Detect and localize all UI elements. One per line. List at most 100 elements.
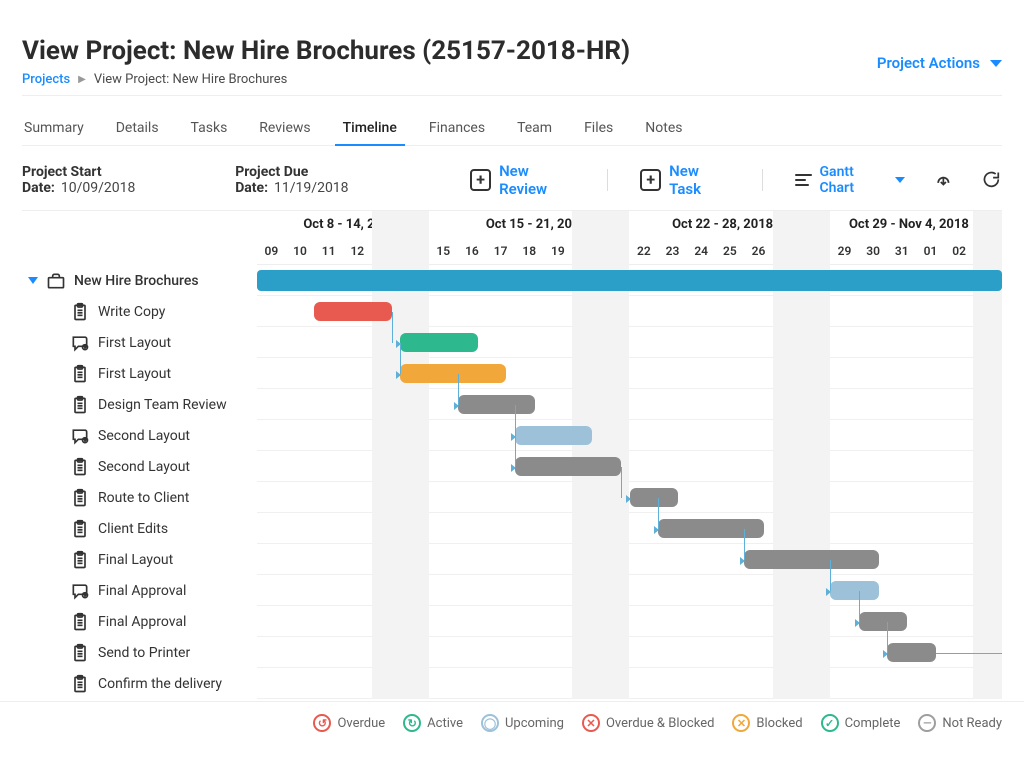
dependency-line: [744, 529, 745, 560]
tree-item[interactable]: Second Layout: [22, 451, 257, 482]
tab-finances[interactable]: Finances: [427, 116, 487, 145]
gantt-project-bar[interactable]: [257, 270, 1002, 291]
dependency-arrow: [396, 371, 401, 379]
clipboard-icon: [70, 301, 90, 323]
download-button[interactable]: [933, 169, 954, 191]
breadcrumb: Projects ▶ View Project: New Hire Brochu…: [22, 72, 630, 87]
project-actions-button[interactable]: Project Actions: [877, 36, 1002, 72]
day-header: 30: [859, 244, 888, 258]
tree-item-label: Final Approval: [98, 614, 186, 630]
dependency-arrow: [626, 495, 631, 503]
legend-icon: ✓: [821, 714, 839, 732]
legend-item: ◯Upcoming: [481, 714, 564, 732]
day-header: 15: [429, 244, 458, 258]
tree-item-label: Write Copy: [98, 304, 165, 320]
gantt-bar[interactable]: [887, 643, 936, 662]
day-header: 24: [687, 244, 716, 258]
clipboard-icon: [70, 487, 90, 509]
tree-item-label: Second Layout: [98, 459, 190, 475]
tree-item[interactable]: Route to Client: [22, 482, 257, 513]
tree-item-label: Confirm the delivery: [98, 676, 222, 692]
clipboard-icon: [70, 363, 90, 385]
dependency-line: [936, 653, 1002, 654]
gantt-chart-dropdown[interactable]: Gantt Chart: [795, 164, 905, 196]
day-header: 10: [286, 244, 315, 258]
gantt-row: [257, 544, 1002, 575]
refresh-button[interactable]: [981, 169, 1002, 191]
tree-item[interactable]: Final Layout: [22, 544, 257, 575]
tree-item-label: Route to Client: [98, 490, 189, 506]
legend-item: —Not Ready: [918, 714, 1002, 732]
tab-tasks[interactable]: Tasks: [189, 116, 230, 145]
dependency-line: [400, 343, 401, 374]
tab-reviews[interactable]: Reviews: [257, 116, 312, 145]
new-task-button[interactable]: + New Task: [640, 162, 730, 198]
tree-item[interactable]: Design Team Review: [22, 389, 257, 420]
tab-files[interactable]: Files: [582, 116, 615, 145]
gantt-bar[interactable]: [859, 612, 908, 631]
gantt-bar[interactable]: [400, 364, 506, 383]
day-header: 29: [830, 244, 859, 258]
gantt-row: [257, 420, 1002, 451]
tree-root[interactable]: New Hire Brochures: [22, 265, 257, 296]
tab-team[interactable]: Team: [515, 116, 554, 145]
tab-list: Summary Details Tasks Reviews Timeline Financ…: [22, 96, 1002, 146]
legend-icon: ↻: [403, 714, 421, 732]
legend-label: Overdue: [337, 716, 385, 731]
tab-timeline[interactable]: Timeline: [341, 116, 399, 145]
clipboard-icon: [70, 394, 90, 416]
gantt-bar[interactable]: [515, 457, 621, 476]
tree-item-label: Second Layout: [98, 428, 190, 444]
breadcrumb-root[interactable]: Projects: [22, 72, 70, 87]
plus-icon: +: [640, 169, 661, 191]
tree-item[interactable]: First Layout: [22, 327, 257, 358]
tree-item[interactable]: Second Layout: [22, 420, 257, 451]
new-review-button[interactable]: + New Review: [470, 162, 575, 198]
tree-item-label: Final Approval: [98, 583, 186, 599]
review-icon: [70, 425, 90, 447]
legend-icon: —: [918, 714, 936, 732]
day-header: 02: [945, 244, 974, 258]
gantt-bar[interactable]: [630, 488, 679, 507]
gantt-row: [257, 451, 1002, 482]
tree-root-label: New Hire Brochures: [74, 273, 199, 289]
legend-label: Blocked: [756, 716, 802, 731]
gantt-icon: [795, 174, 812, 186]
day-header: 22: [630, 244, 659, 258]
tab-summary[interactable]: Summary: [22, 116, 86, 145]
tree-item[interactable]: Final Approval: [22, 606, 257, 637]
tree-item[interactable]: Confirm the delivery: [22, 668, 257, 699]
gantt-row: [257, 668, 1002, 699]
clipboard-icon: [70, 456, 90, 478]
legend-label: Active: [427, 716, 463, 731]
chevron-right-icon: ▶: [78, 74, 86, 85]
tab-details[interactable]: Details: [114, 116, 161, 145]
dependency-arrow: [740, 557, 745, 565]
gantt-row: [257, 389, 1002, 420]
gantt-bar[interactable]: [458, 395, 535, 414]
tree-item[interactable]: Send to Printer: [22, 637, 257, 668]
tree-item[interactable]: First Layout: [22, 358, 257, 389]
due-date: Project Due Date:11/19/2018: [235, 164, 414, 196]
tab-notes[interactable]: Notes: [643, 116, 684, 145]
legend-label: Complete: [845, 716, 901, 731]
clipboard-icon: [70, 673, 90, 695]
tree-item[interactable]: Write Copy: [22, 296, 257, 327]
dependency-line: [458, 374, 459, 405]
dependency-line: [887, 622, 888, 653]
dependency-arrow: [826, 588, 831, 596]
dependency-line: [658, 498, 659, 529]
gantt-bar[interactable]: [515, 426, 592, 445]
gantt-bar[interactable]: [400, 333, 477, 352]
gantt-bar[interactable]: [314, 302, 391, 321]
dependency-line: [621, 467, 622, 498]
dependency-arrow: [511, 464, 516, 472]
tree-item[interactable]: Final Approval: [22, 575, 257, 606]
legend-icon: ✕: [582, 714, 600, 732]
dependency-arrow: [883, 650, 888, 658]
day-header: 18: [515, 244, 544, 258]
gantt-bar[interactable]: [744, 550, 879, 569]
gantt-bar[interactable]: [658, 519, 764, 538]
gantt-bar[interactable]: [830, 581, 879, 600]
tree-item[interactable]: Client Edits: [22, 513, 257, 544]
